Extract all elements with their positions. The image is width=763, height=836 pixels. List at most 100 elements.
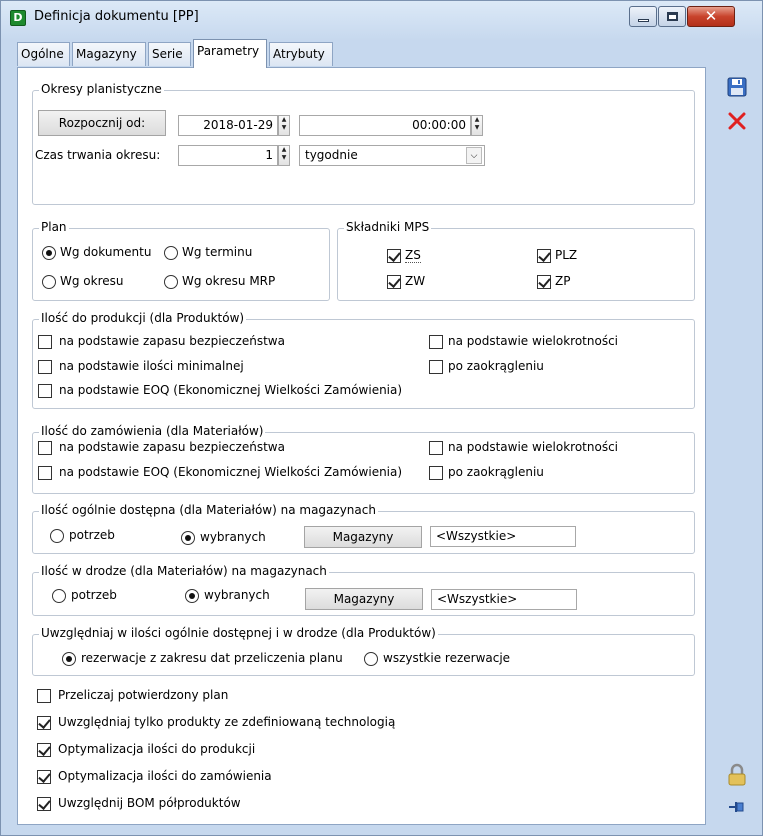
window-title: Definicja dokumentu [PP] (34, 9, 199, 24)
produkcja-label-zaokragleniu: po zaokrągleniu (448, 359, 544, 373)
mps-check-plz[interactable] (537, 249, 551, 263)
label-optymalizacja-zamowienia: Optymalizacja ilości do zamówienia (58, 769, 272, 783)
drodze-group: Ilość w drodze (dla Materiałów) na magaz… (32, 564, 695, 616)
produkcja-group: Ilość do produkcji (dla Produktów) na po… (32, 311, 695, 409)
plan-group: Plan Wg dokumentu Wg terminu Wg okresu W… (32, 220, 330, 301)
window: D Definicja dokumentu [PP] ✕ Ogólne Maga… (0, 0, 763, 836)
plan-radio-wg-okresu-mrp[interactable] (164, 275, 178, 289)
maximize-icon (667, 12, 678, 21)
plan-label-wg-terminu: Wg terminu (182, 245, 253, 259)
uwzgledniaj-radio-zakres[interactable] (62, 652, 76, 666)
drodze-label-wybranych: wybranych (204, 588, 270, 602)
mps-check-zw[interactable] (387, 275, 401, 289)
time-field[interactable]: 00:00:00 (299, 115, 471, 136)
label-bom-polproduktow: Uwzględnij BOM półproduktów (58, 796, 241, 810)
check-optymalizacja-produkcji[interactable] (37, 743, 51, 757)
drodze-magazyny-button[interactable]: Magazyny (305, 588, 423, 610)
title-bar: D Definicja dokumentu [PP] ✕ (1, 1, 762, 35)
plan-radio-wg-dokumentu[interactable] (42, 246, 56, 260)
dostepna-radio-wybranych[interactable] (181, 531, 195, 545)
duration-field[interactable]: 1 (178, 145, 278, 166)
zamowienie-label-wielokrotnosci: na podstawie wielokrotności (448, 440, 619, 454)
lock-icon (728, 763, 746, 786)
produkcja-label-zapas: na podstawie zapasu bezpieczeństwa (59, 334, 285, 348)
mps-label-plz: PLZ (555, 248, 578, 262)
pin-button[interactable] (727, 797, 747, 817)
date-field[interactable]: 2018-01-29 (178, 115, 278, 136)
minimize-button[interactable] (629, 6, 657, 27)
produkcja-label-eoq: na podstawie EOQ (Ekonomicznej Wielkości… (59, 383, 403, 397)
produkcja-check-wielokrotnosci[interactable] (429, 335, 443, 349)
check-bom-polproduktow[interactable] (37, 797, 51, 811)
unit-select[interactable]: tygodnie ⌵ (299, 145, 485, 166)
tab-ogolne[interactable]: Ogólne (17, 42, 70, 66)
zamowienie-label-zaokragleniu: po zaokrągleniu (448, 465, 544, 479)
mps-label-zw: ZW (405, 274, 426, 288)
tab-serie[interactable]: Serie (148, 42, 191, 66)
check-przeliczaj-potwierdzony[interactable] (37, 689, 51, 703)
label-tylko-technologia: Uwzględniaj tylko produkty ze zdefiniowa… (58, 715, 396, 729)
produkcja-label-minimalnej: na podstawie ilości minimalnej (59, 359, 244, 373)
produkcja-check-eoq[interactable] (38, 384, 52, 398)
pin-icon (729, 802, 744, 812)
uwzgledniaj-label-wszystkie: wszystkie rezerwacje (383, 651, 511, 665)
app-icon: D (10, 10, 26, 26)
close-button[interactable]: ✕ (687, 6, 735, 27)
zamowienie-label-eoq: na podstawie EOQ (Ekonomicznej Wielkości… (59, 465, 403, 479)
uwzgledniaj-radio-wszystkie[interactable] (364, 652, 378, 666)
produkcja-check-zaokragleniu[interactable] (429, 360, 443, 374)
plan-radio-wg-terminu[interactable] (164, 246, 178, 260)
date-spinner[interactable]: ▲ ▼ (278, 115, 290, 136)
uwzgledniaj-group: Uwzględniaj w ilości ogólnie dostępnej i… (32, 626, 695, 676)
duration-spinner[interactable]: ▲ ▼ (278, 145, 290, 166)
uwzgledniaj-legend: Uwzględniaj w ilości ogólnie dostępnej i… (39, 626, 438, 640)
rozpocznij-od-button[interactable]: Rozpocznij od: (38, 110, 166, 136)
tab-magazyny[interactable]: Magazyny (72, 42, 146, 66)
minimize-icon (638, 19, 649, 22)
maximize-button[interactable] (658, 6, 686, 27)
dostepna-legend: Ilość ogólnie dostępna (dla Materiałów) … (39, 503, 378, 517)
label-optymalizacja-produkcji: Optymalizacja ilości do produkcji (58, 742, 256, 756)
mps-label-zp: ZP (555, 274, 571, 288)
drodze-radio-potrzeb[interactable] (52, 589, 66, 603)
lock-button[interactable] (725, 763, 749, 787)
uwzgledniaj-label-zakres: rezerwacje z zakresu dat przeliczenia pl… (81, 651, 343, 665)
cancel-button[interactable] (727, 111, 747, 131)
mps-check-zs[interactable] (387, 249, 401, 263)
parametry-panel: Okresy planistyczne Rozpocznij od: 2018-… (17, 67, 706, 825)
check-tylko-technologia[interactable] (37, 716, 51, 730)
chevron-down-icon: ⌵ (466, 147, 482, 164)
tab-atrybuty[interactable]: Atrybuty (269, 42, 333, 66)
dostepna-radio-potrzeb[interactable] (50, 529, 64, 543)
plan-label-wg-okresu: Wg okresu (60, 274, 124, 288)
dostepna-label-wybranych: wybranych (200, 530, 266, 544)
plan-label-wg-okresu-mrp: Wg okresu MRP (182, 274, 276, 288)
zamowienie-check-eoq[interactable] (38, 466, 52, 480)
drodze-radio-wybranych[interactable] (185, 589, 199, 603)
dostepna-magazyny-button[interactable]: Magazyny (304, 526, 422, 548)
check-optymalizacja-zamowienia[interactable] (37, 770, 51, 784)
zamowienie-group: Ilość do zamówienia (dla Materiałów) na … (32, 424, 695, 494)
dostepna-label-potrzeb: potrzeb (69, 528, 115, 542)
zamowienie-legend: Ilość do zamówienia (dla Materiałów) (39, 424, 266, 438)
time-spinner[interactable]: ▲ ▼ (471, 115, 483, 136)
zamowienie-check-wielokrotnosci[interactable] (429, 441, 443, 455)
mps-check-zp[interactable] (537, 275, 551, 289)
zamowienie-label-zapas: na podstawie zapasu bezpieczeństwa (59, 440, 285, 454)
produkcja-check-zapas[interactable] (38, 335, 52, 349)
dostepna-magazyny-field[interactable]: <Wszystkie> (430, 526, 576, 547)
plan-legend: Plan (39, 220, 69, 234)
zamowienie-check-zapas[interactable] (38, 441, 52, 455)
close-icon: ✕ (704, 7, 718, 25)
zamowienie-check-zaokragleniu[interactable] (429, 466, 443, 480)
plan-radio-wg-okresu[interactable] (42, 275, 56, 289)
duration-label: Czas trwania okresu: (35, 148, 161, 162)
drodze-magazyny-field[interactable]: <Wszystkie> (431, 589, 577, 610)
cancel-x-icon (728, 112, 746, 130)
mps-label-zs: ZS (405, 248, 421, 263)
tab-parametry[interactable]: Parametry (193, 39, 267, 68)
save-button[interactable] (727, 77, 747, 97)
produkcja-legend: Ilość do produkcji (dla Produktów) (39, 311, 247, 325)
dostepna-group: Ilość ogólnie dostępna (dla Materiałów) … (32, 503, 695, 554)
produkcja-check-minimalnej[interactable] (38, 360, 52, 374)
